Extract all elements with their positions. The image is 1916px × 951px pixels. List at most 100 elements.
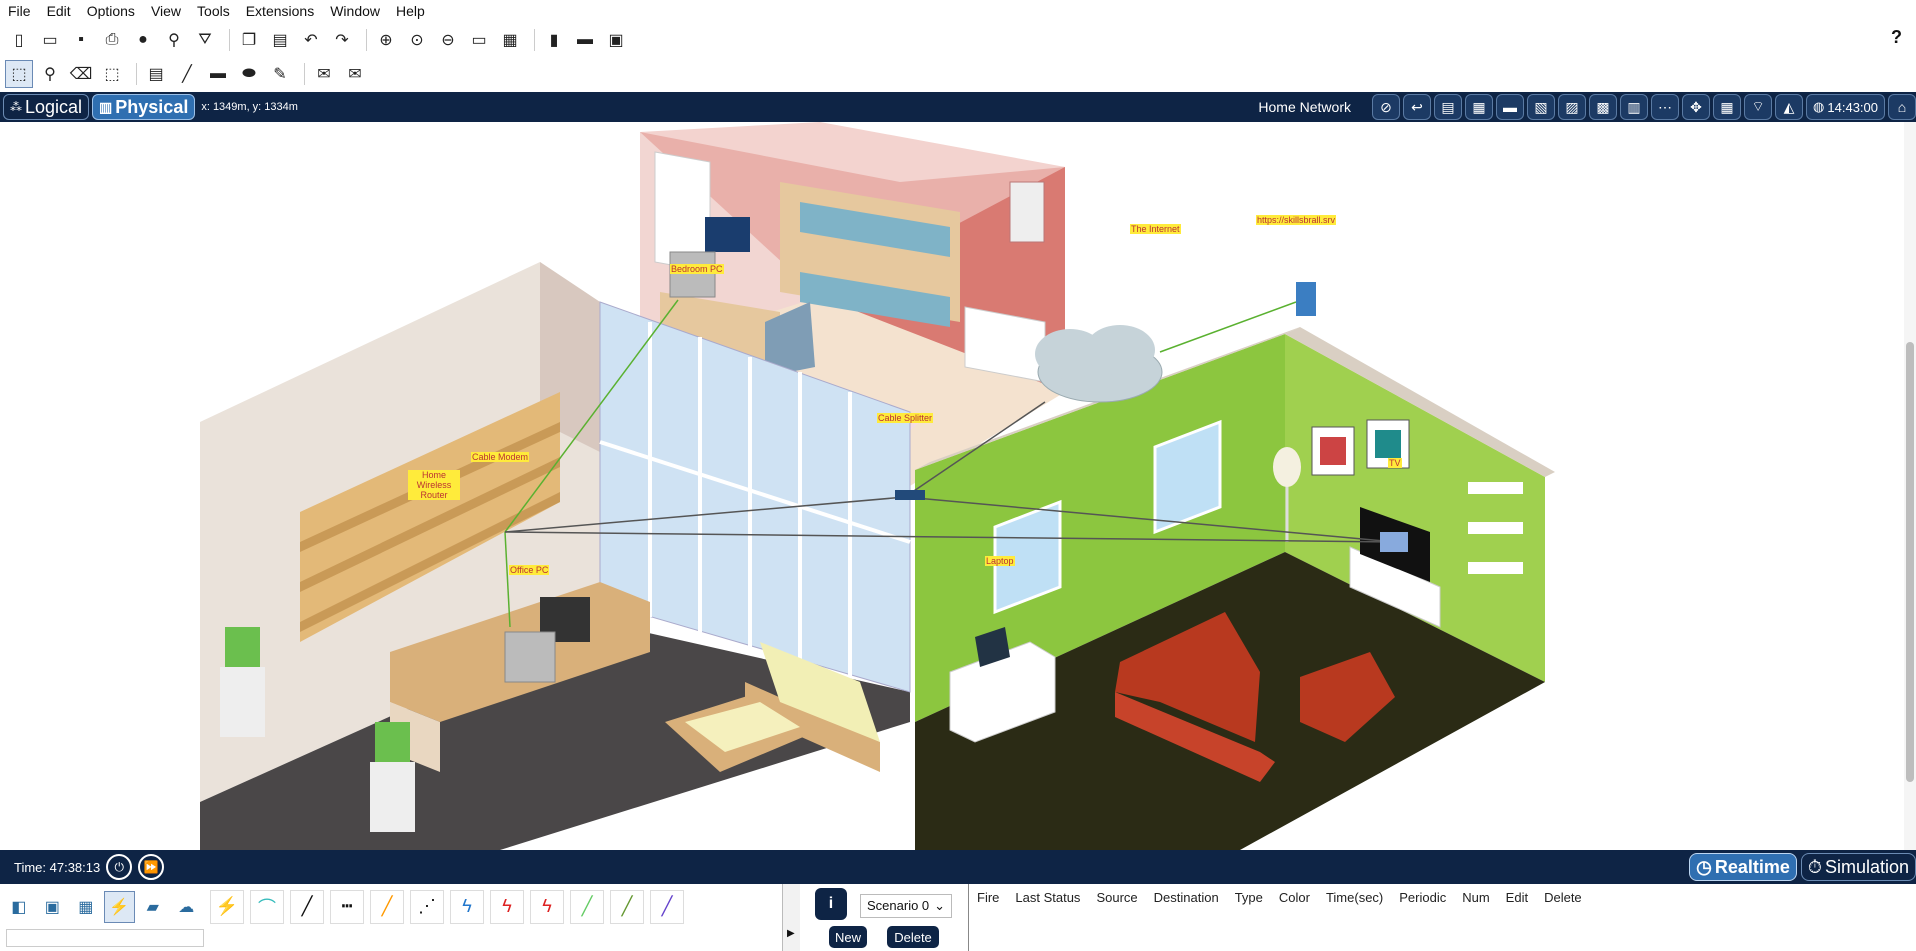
menu-file[interactable]: File <box>0 0 39 22</box>
physical-view-tab[interactable]: ▥ Physical <box>92 94 196 120</box>
web-browser-icon[interactable]: ▬ <box>572 27 598 53</box>
tile-icon[interactable]: ▦ <box>1713 94 1742 120</box>
label-cable-splitter[interactable]: Cable Splitter <box>877 413 934 423</box>
help-button[interactable]: ? <box>1891 27 1902 48</box>
undo-icon[interactable]: ↶ <box>298 27 324 53</box>
server-icon[interactable] <box>1296 282 1316 316</box>
simple-pdu-icon[interactable]: ✉ <box>311 61 337 87</box>
network-info-icon[interactable]: ⛛ <box>192 27 218 53</box>
navigation-icon[interactable]: ⊘ <box>1372 94 1401 120</box>
scrollbar-thumb[interactable] <box>1906 342 1914 782</box>
info-icon[interactable]: ● <box>130 27 156 53</box>
new-rack-icon[interactable]: ▦ <box>1465 94 1494 120</box>
freeform-icon[interactable]: ✎ <box>267 61 293 87</box>
select-icon[interactable]: ⬚ <box>5 60 33 88</box>
menu-window[interactable]: Window <box>322 0 388 22</box>
crossover-icon[interactable]: ┅ <box>330 889 364 924</box>
save-icon[interactable]: ▪ <box>68 27 94 53</box>
vertical-scrollbar[interactable] <box>1904 122 1916 850</box>
coaxial-icon[interactable]: ϟ <box>450 889 484 924</box>
new-table-icon[interactable]: ▧ <box>1527 94 1556 120</box>
menu-tools[interactable]: Tools <box>189 0 238 22</box>
move-device-icon[interactable]: ▬ <box>1496 94 1525 120</box>
console-cable-icon[interactable]: ⌒ <box>250 889 284 924</box>
new-shelf-icon[interactable]: ▨ <box>1558 94 1587 120</box>
note-icon[interactable]: ▤ <box>143 61 169 87</box>
auto-connection-icon[interactable]: ⚡ <box>210 889 244 924</box>
miscellaneous-icon[interactable]: ▰ <box>138 892 168 922</box>
delete-icon[interactable]: ⌫ <box>68 61 94 87</box>
label-internet[interactable]: The Internet <box>1130 224 1181 234</box>
fast-forward-icon[interactable]: ⏩ <box>138 854 165 880</box>
scenario-select[interactable]: Scenario 0 ⌄ <box>860 894 952 918</box>
complex-pdu-icon[interactable]: ✉ <box>342 61 368 87</box>
end-devices-icon[interactable]: ▣ <box>38 892 68 922</box>
power-cycle-icon[interactable]: ⏻ <box>106 854 133 880</box>
fiber-icon[interactable]: ╱ <box>370 889 404 924</box>
logical-view-tab[interactable]: ⁂ Logical <box>3 94 90 120</box>
rectangle-icon[interactable]: ▬ <box>205 61 231 87</box>
usb-icon[interactable]: ╱ <box>650 889 684 924</box>
label-laptop[interactable]: Laptop <box>985 556 1015 566</box>
print-icon[interactable]: ⎙ <box>99 27 125 53</box>
serial-dte-icon[interactable]: ϟ <box>530 889 564 924</box>
zoom-in-icon[interactable]: ⊕ <box>373 27 399 53</box>
rack-icon[interactable]: ▤ <box>1434 94 1463 120</box>
line-icon[interactable]: ╱ <box>174 61 200 87</box>
tv-icon[interactable] <box>1380 532 1408 552</box>
clock[interactable]: ◍ 14:43:00 <box>1806 94 1885 120</box>
menu-extensions[interactable]: Extensions <box>238 0 322 22</box>
menu-options[interactable]: Options <box>79 0 143 22</box>
label-office-pc[interactable]: Office PC <box>509 565 550 575</box>
back-icon[interactable]: ↩ <box>1403 94 1432 120</box>
new-scenario-button[interactable]: New <box>829 926 867 948</box>
copy-icon[interactable]: ❐ <box>236 27 262 53</box>
phone-cable-icon[interactable]: ⋰ <box>410 889 444 924</box>
realtime-mode-button[interactable]: ◷ Realtime <box>1689 853 1797 881</box>
label-tv[interactable]: TV <box>1388 458 1402 468</box>
zoom-out-icon[interactable]: ⊖ <box>435 27 461 53</box>
delete-scenario-button[interactable]: Delete <box>887 926 939 948</box>
scenario-info-button[interactable]: i <box>815 888 847 920</box>
menu-edit[interactable]: Edit <box>39 0 79 22</box>
device-search-field[interactable] <box>6 929 204 947</box>
network-devices-icon[interactable]: ◧ <box>4 892 34 922</box>
new-icon[interactable]: ▯ <box>6 27 32 53</box>
label-home-wireless-router[interactable]: Home Wireless Router <box>408 470 460 500</box>
straight-through-icon[interactable]: ╱ <box>290 889 324 924</box>
inspect-icon[interactable]: ⚲ <box>37 61 63 87</box>
drawing-palette-icon[interactable]: ▭ <box>466 27 492 53</box>
components-icon[interactable]: ▦ <box>71 892 101 922</box>
octal-icon[interactable]: ╱ <box>570 889 604 924</box>
simulation-mode-button[interactable]: ⏱ Simulation <box>1800 853 1916 881</box>
menu-view[interactable]: View <box>143 0 189 22</box>
label-bedroom-pc[interactable]: Bedroom PC <box>670 264 724 274</box>
physical-workspace[interactable]: Bedroom PC The Internet https://skillsbr… <box>0 122 1916 850</box>
screenshot-icon[interactable]: ▣ <box>603 27 629 53</box>
resize-icon[interactable]: ⬚ <box>99 61 125 87</box>
custom-device-icon[interactable]: ▦ <box>497 27 523 53</box>
serial-dce-icon[interactable]: ϟ <box>490 889 524 924</box>
label-cable-modem[interactable]: Cable Modem <box>471 452 530 462</box>
label-server[interactable]: https://skillsbrall.srv <box>1256 215 1337 225</box>
grid-icon[interactable]: ⋯ <box>1651 94 1680 120</box>
paste-icon[interactable]: ▤ <box>267 27 293 53</box>
move-icon[interactable]: ✥ <box>1682 94 1711 120</box>
menu-help[interactable]: Help <box>388 0 433 22</box>
pdu-list-icon[interactable]: ▮ <box>541 27 567 53</box>
ellipse-icon[interactable]: ⬬ <box>236 61 262 87</box>
multiuser-icon[interactable]: ☁ <box>172 892 202 922</box>
new-desk-icon[interactable]: ▩ <box>1589 94 1618 120</box>
background-image-icon[interactable]: ◭ <box>1775 94 1804 120</box>
wizard-icon[interactable]: ⚲ <box>161 27 187 53</box>
wireless-icon[interactable]: ⌔ <box>1744 94 1773 120</box>
new-closet-icon[interactable]: ▥ <box>1620 94 1649 120</box>
zoom-reset-icon[interactable]: ⊙ <box>404 27 430 53</box>
panel-divider[interactable]: ▶ <box>782 884 800 951</box>
redo-icon[interactable]: ↷ <box>329 27 355 53</box>
connections-icon[interactable]: ⚡ <box>103 890 135 923</box>
cable-splitter-icon[interactable] <box>895 490 925 500</box>
home-icon[interactable]: ⌂ <box>1888 94 1916 120</box>
open-icon[interactable]: ▭ <box>37 27 63 53</box>
iot-custom-icon[interactable]: ╱ <box>610 889 644 924</box>
